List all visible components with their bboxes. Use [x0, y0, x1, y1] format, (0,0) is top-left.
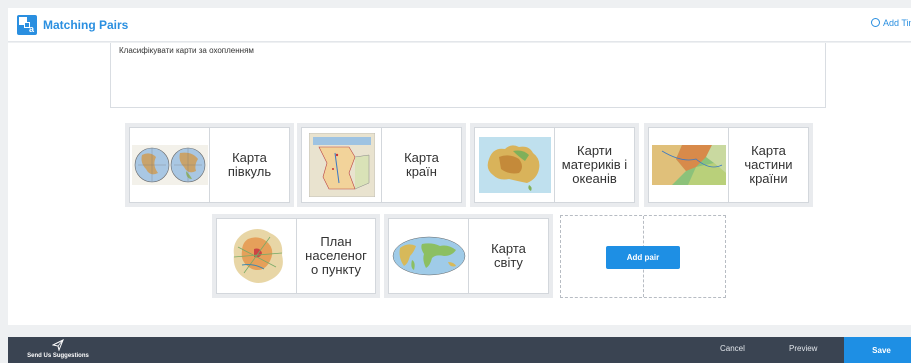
send-suggestions-label: Send Us Suggestions	[27, 353, 89, 359]
cancel-button[interactable]: Cancel	[720, 344, 745, 353]
countries-map-image[interactable]	[302, 128, 382, 202]
pair-label[interactable]: Карта країн	[382, 128, 461, 202]
pair-label[interactable]: Карта частини країни	[729, 128, 808, 202]
timer-icon	[871, 18, 880, 27]
preview-button[interactable]: Preview	[789, 344, 817, 353]
continents-map-image[interactable]	[475, 128, 555, 202]
pair-card[interactable]: Карти материків і океанів	[470, 123, 639, 207]
pair-label[interactable]: Карта світу	[469, 219, 548, 293]
app-logo-icon: a	[17, 15, 37, 35]
pair-card[interactable]: План населеног о пункту	[212, 214, 380, 298]
add-timer-button[interactable]: Add Tim	[871, 18, 911, 28]
top-bar: a Matching Pairs Add Tim	[8, 8, 911, 42]
pair-card[interactable]: Карта півкуль	[125, 123, 294, 207]
send-suggestions-button[interactable]: Send Us Suggestions	[8, 339, 108, 359]
footer-bar: Send Us Suggestions Cancel Preview Save	[8, 337, 911, 363]
question-text: Класифікувати карти за охопленням	[119, 46, 254, 55]
add-pair-placeholder: Add pair	[560, 215, 726, 298]
world-map-image[interactable]	[389, 219, 469, 293]
save-button[interactable]: Save	[844, 337, 911, 363]
pair-label[interactable]: План населеног о пункту	[297, 219, 375, 293]
add-pair-button[interactable]: Add pair	[606, 246, 680, 269]
settlement-plan-image[interactable]	[217, 219, 297, 293]
pair-label[interactable]: Карти материків і океанів	[555, 128, 634, 202]
question-textarea[interactable]: Класифікувати карти за охопленням	[110, 43, 826, 108]
add-timer-label: Add Tim	[883, 18, 911, 28]
pair-card[interactable]: Карта країн	[297, 123, 466, 207]
hemispheres-map-image[interactable]	[130, 128, 210, 202]
send-icon	[52, 339, 64, 351]
pair-card[interactable]: Карта частини країни	[644, 123, 813, 207]
pair-card[interactable]: Карта світу	[384, 214, 553, 298]
country-part-map-image[interactable]	[649, 128, 729, 202]
pair-label[interactable]: Карта півкуль	[210, 128, 289, 202]
app-title: Matching Pairs	[43, 18, 129, 32]
